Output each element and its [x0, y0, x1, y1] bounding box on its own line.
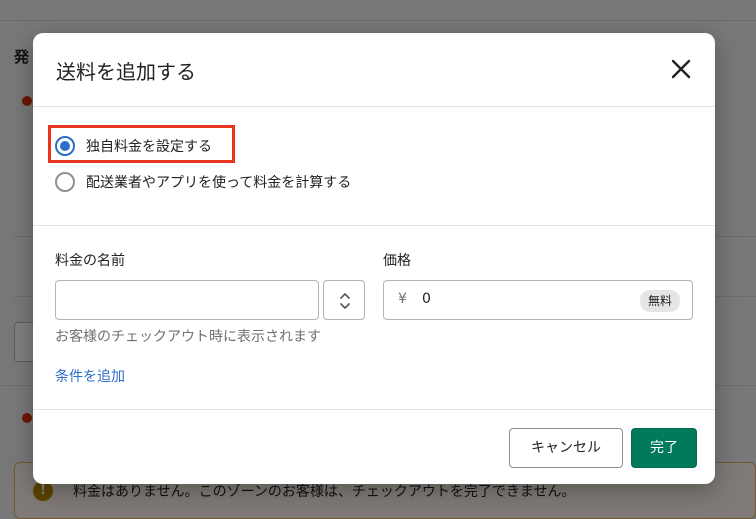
add-shipping-rate-modal: 送料を追加する 独自料金を設定する 配送業者やアプリを使って料金を計算する 料金… [33, 33, 715, 484]
free-badge: 無料 [639, 290, 680, 312]
cancel-button[interactable]: キャンセル [509, 428, 623, 468]
radio-label: 配送業者やアプリを使って料金を計算する [86, 175, 352, 191]
rate-type-section: 独自料金を設定する 配送業者やアプリを使って料金を計算する [33, 108, 715, 226]
price-label: 価格 [383, 253, 411, 269]
price-value: 0 [422, 291, 431, 307]
radio-custom-rate[interactable]: 独自料金を設定する [55, 136, 212, 156]
rate-name-input[interactable] [55, 280, 319, 320]
modal-title: 送料を追加する [56, 60, 196, 84]
currency-symbol: ¥ [398, 291, 407, 307]
price-input[interactable]: ¥ 0 無料 [383, 280, 693, 320]
radio-button-checked[interactable] [55, 136, 75, 156]
modal-footer: キャンセル 完了 [33, 409, 715, 484]
close-button[interactable] [667, 55, 695, 83]
rate-name-label: 料金の名前 [55, 253, 125, 269]
radio-carrier-rate[interactable]: 配送業者やアプリを使って料金を計算する [55, 172, 351, 192]
rate-name-help-text: お客様のチェックアウト時に表示されます [55, 329, 321, 345]
radio-label: 独自料金を設定する [86, 139, 212, 155]
modal-header: 送料を追加する [33, 33, 715, 107]
stepper-button[interactable] [323, 280, 365, 320]
sort-icon [340, 293, 350, 309]
radio-button[interactable] [55, 172, 75, 192]
done-button[interactable]: 完了 [631, 428, 697, 468]
close-icon [671, 59, 691, 79]
add-condition-link[interactable]: 条件を追加 [55, 366, 125, 386]
